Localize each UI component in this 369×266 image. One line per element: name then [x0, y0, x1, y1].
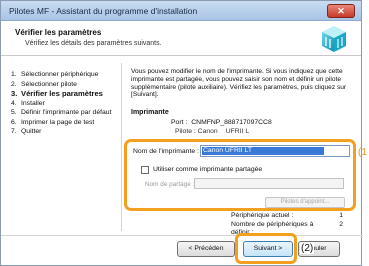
- port-value: CNMFNP_888717097CC8: [191, 119, 272, 126]
- step-item: 1. Sélectionner périphérique: [11, 71, 99, 78]
- current-device-label: Périphérique actuel :: [231, 212, 294, 219]
- footer-divider: [1, 235, 363, 236]
- step-label: Installer: [21, 99, 45, 107]
- installer-window: Pilotes MF - Assistant du programme d'in…: [0, 0, 367, 266]
- step-item: 5. Définir l'imprimante par défaut: [11, 109, 112, 116]
- steps-list: 1. Sélectionner périphérique 2. Sélectionn…: [11, 71, 119, 138]
- step-item: 2. Sélectionner pilote: [11, 80, 77, 88]
- port-line: Port : CNMFNP_888717097CC8: [171, 119, 272, 126]
- driver-line: Pilote : Canon UFRII L: [175, 128, 249, 135]
- share-checkbox[interactable]: [141, 166, 149, 174]
- step-label: Vérifier les paramètres: [21, 89, 103, 98]
- step-label: Définir l'imprimante par défaut: [21, 109, 112, 116]
- step-item: 4. Installer: [11, 99, 45, 107]
- callout-2: (2): [300, 243, 315, 254]
- driver-label: Pilote : Canon: [175, 128, 218, 135]
- additional-drivers-button[interactable]: Pilotes d'appoint...: [265, 197, 345, 208]
- next-highlight-box: [235, 233, 297, 264]
- step-item: 7. Quitter: [11, 128, 42, 135]
- step-label: Sélectionner périphérique: [21, 71, 99, 78]
- current-device-value: 1: [339, 212, 343, 219]
- close-button[interactable]: ✕: [327, 4, 355, 18]
- page-title: Vérifier les paramètres: [15, 28, 102, 37]
- port-label: Port :: [171, 119, 188, 126]
- share-checkbox-label: Utiliser comme imprimante partagée: [153, 166, 263, 173]
- window-title: Pilotes MF - Assistant du programme d'in…: [9, 6, 198, 16]
- share-name-label: Nom de partage :: [145, 181, 195, 188]
- installer-icon: [322, 26, 346, 52]
- wizard-header: Vérifier les paramètres Vérifiez les dét…: [1, 22, 361, 56]
- step-label: Sélectionner pilote: [21, 80, 77, 88]
- printer-name-label: Nom de l'imprimante :: [133, 148, 199, 155]
- step-item-active: 3. Vérifier les paramètres: [11, 89, 103, 98]
- section-label: Imprimante: [131, 109, 169, 116]
- step-label: Quitter: [21, 128, 42, 135]
- step-label: Imprimer la page de test: [21, 118, 95, 126]
- divider: [121, 63, 122, 231]
- printer-name-input[interactable]: Canon UFRII LT: [200, 145, 350, 157]
- share-name-input[interactable]: [194, 178, 344, 189]
- title-bar: Pilotes MF - Assistant du programme d'in…: [1, 1, 361, 21]
- description-text: Vous pouvez modifier le nom de l'imprima…: [131, 68, 347, 99]
- printer-name-value: Canon UFRII LT: [202, 147, 324, 155]
- driver-value: UFRII L: [225, 128, 250, 135]
- callout-1: (1: [358, 147, 367, 158]
- page-subtitle: Vérifiez les détails des paramètres suiv…: [25, 40, 162, 47]
- previous-button[interactable]: < Précéden: [177, 241, 235, 257]
- step-item: 6. Imprimer la page de test: [11, 118, 95, 126]
